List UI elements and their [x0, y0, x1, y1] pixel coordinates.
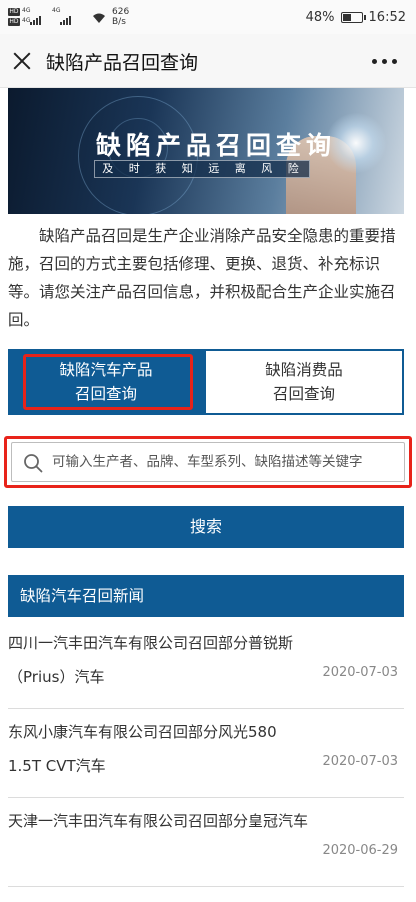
- tab-label-line2: 召回查询: [272, 385, 335, 403]
- news-item[interactable]: 天津一汽丰田汽车有限公司召回部分皇冠汽车 2020-06-29: [8, 798, 404, 887]
- close-icon[interactable]: [8, 47, 36, 75]
- search-box: [11, 442, 405, 482]
- status-bar: HD HD 4G 4G 4G 626 B/s 48% 16:52: [0, 0, 416, 34]
- tab-vehicle-recall[interactable]: 缺陷汽车产品 召回查询: [8, 349, 204, 415]
- category-tabs: 缺陷汽车产品 召回查询 缺陷消费品 召回查询: [8, 349, 404, 415]
- news-title: 东风小康汽车有限公司召回部分风光580 1.5T CVT汽车: [8, 723, 277, 775]
- net-speed: 626 B/s: [112, 7, 130, 27]
- news-date: 2020-07-03: [322, 754, 398, 769]
- news-date: 2020-06-29: [322, 843, 398, 858]
- news-item[interactable]: 东风小康汽车有限公司召回部分风光580 1.5T CVT汽车 2020-07-0…: [8, 709, 404, 798]
- battery-percent: 48%: [305, 9, 335, 25]
- more-icon[interactable]: [372, 55, 400, 67]
- search-button[interactable]: 搜索: [8, 506, 404, 548]
- news-title: 四川一汽丰田汽车有限公司召回部分普锐斯（Prius）汽车: [8, 634, 294, 686]
- search-icon: [24, 454, 43, 473]
- status-left: HD HD 4G 4G 4G 626 B/s: [8, 5, 129, 29]
- news-title: 天津一汽丰田汽车有限公司召回部分皇冠汽车: [8, 812, 309, 830]
- banner-title: 缺陷产品召回查询: [96, 131, 337, 160]
- tab-consumer-recall[interactable]: 缺陷消费品 召回查询: [204, 349, 404, 415]
- tab-label-line1: 缺陷汽车产品: [59, 361, 153, 379]
- tab-label-line1: 缺陷消费品: [265, 361, 343, 379]
- news-item[interactable]: 四川一汽丰田汽车有限公司召回部分普锐斯（Prius）汽车 2020-07-03: [8, 620, 404, 709]
- news-date: 2020-07-03: [322, 665, 398, 680]
- news-list: 四川一汽丰田汽车有限公司召回部分普锐斯（Prius）汽车 2020-07-03 …: [8, 620, 404, 887]
- wifi-icon: [92, 7, 106, 27]
- page-title: 缺陷产品召回查询: [46, 52, 199, 74]
- nav-bar: 缺陷产品召回查询: [0, 34, 416, 88]
- signal-icon: HD HD 4G 4G: [8, 7, 46, 27]
- banner-subtitle: 及 时 获 知 远 离 风 险: [94, 160, 310, 178]
- banner-image: 缺陷产品召回查询 及 时 获 知 远 离 风 险: [8, 88, 404, 214]
- clock: 16:52: [368, 9, 406, 25]
- news-header: 缺陷汽车召回新闻: [8, 575, 404, 617]
- tab-label-line2: 召回查询: [74, 385, 137, 403]
- intro-text: 缺陷产品召回是生产企业消除产品安全隐患的重要措施，召回的方式主要包括修理、更换、…: [8, 227, 396, 329]
- battery-icon: [340, 11, 366, 23]
- signal-icon-2: 4G: [50, 7, 88, 27]
- search-input[interactable]: [52, 447, 402, 477]
- status-right: 48% 16:52: [306, 0, 406, 34]
